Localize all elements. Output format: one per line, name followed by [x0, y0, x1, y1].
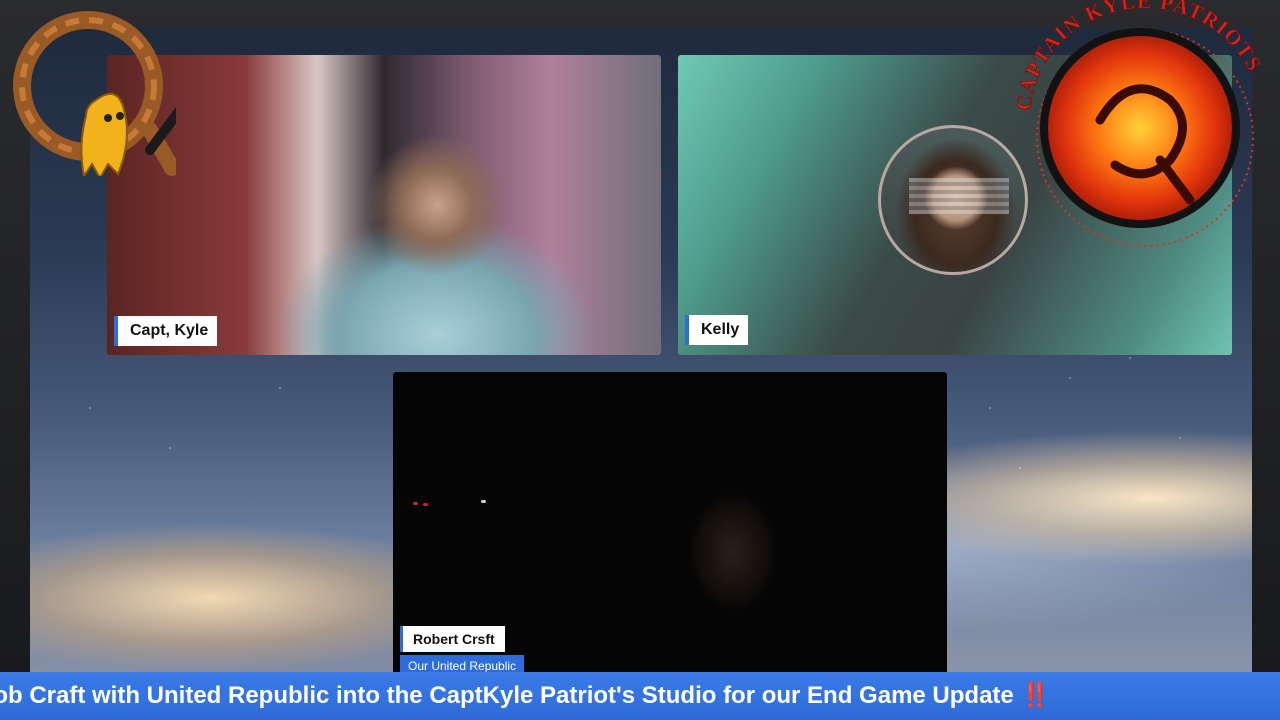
ticker-text-wrap: e Bob Craft with United Republic into th…: [0, 681, 1050, 710]
flag-overlay: [909, 178, 1009, 214]
light-dot: [413, 502, 418, 505]
participant-subtitle: Our United Republic: [400, 655, 525, 672]
double-exclamation-icon: ‼️: [1020, 682, 1051, 709]
participant-name-tag: Capt, Kyle: [114, 316, 218, 346]
participant-name-tag: Kelly: [685, 315, 749, 345]
q-logo-letter: Q: [88, 95, 89, 97]
participant-name-tag: Robert Crsft: [400, 626, 505, 652]
participant-figure: [673, 482, 793, 632]
ticker-message: e Bob Craft with United Republic into th…: [0, 682, 1014, 709]
avatar: [878, 125, 1028, 275]
light-dot: [423, 503, 428, 506]
light-dot: [481, 500, 486, 503]
captain-kyle-patriots-logo: CAPTAIN KYLE PATRIOTS: [1011, 0, 1266, 247]
video-tile-robert[interactable]: Robert Crsft Our United Republic: [393, 372, 947, 672]
q-ghost-logo: Q: [13, 11, 176, 176]
scrolling-ticker: e Bob Craft with United Republic into th…: [0, 672, 1280, 720]
video-tile-capt-kyle[interactable]: Capt, Kyle: [107, 55, 661, 355]
